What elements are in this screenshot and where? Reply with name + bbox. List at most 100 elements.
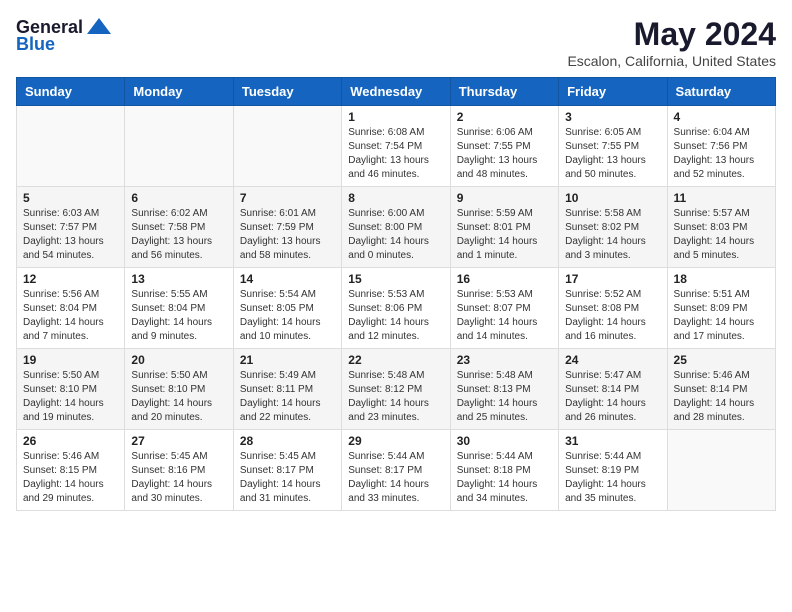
calendar-row-1: 1 Sunrise: 6:08 AM Sunset: 7:54 PM Daylig… — [17, 106, 776, 187]
calendar-cell: 8 Sunrise: 6:00 AM Sunset: 8:00 PM Daylig… — [342, 187, 450, 268]
calendar-cell: 4 Sunrise: 6:04 AM Sunset: 7:56 PM Daylig… — [667, 106, 775, 187]
day-info: Sunrise: 5:46 AM Sunset: 8:15 PM Dayligh… — [23, 450, 118, 506]
day-number: 7 — [240, 191, 335, 205]
day-number: 10 — [565, 191, 660, 205]
day-info: Sunrise: 5:52 AM Sunset: 8:08 PM Dayligh… — [565, 288, 660, 344]
day-info: Sunrise: 6:02 AM Sunset: 7:58 PM Dayligh… — [131, 207, 226, 263]
calendar-cell: 11 Sunrise: 5:57 AM Sunset: 8:03 PM Dayli… — [667, 187, 775, 268]
day-number: 30 — [457, 434, 552, 448]
day-number: 11 — [674, 191, 769, 205]
day-number: 18 — [674, 272, 769, 286]
day-number: 27 — [131, 434, 226, 448]
header-wednesday: Wednesday — [342, 78, 450, 106]
day-number: 6 — [131, 191, 226, 205]
calendar-cell: 3Sunrise: 6:05 AM Sunset: 7:55 PM Daylig… — [559, 106, 667, 187]
day-info: Sunrise: 5:53 AM Sunset: 8:07 PM Dayligh… — [457, 288, 552, 344]
calendar-cell — [667, 430, 775, 511]
calendar-cell: 5 Sunrise: 6:03 AM Sunset: 7:57 PM Daylig… — [17, 187, 125, 268]
day-number: 16 — [457, 272, 552, 286]
day-info: Sunrise: 5:57 AM Sunset: 8:03 PM Dayligh… — [674, 207, 769, 263]
header-friday: Friday — [559, 78, 667, 106]
day-info: Sunrise: 6:03 AM Sunset: 7:57 PM Dayligh… — [23, 207, 118, 263]
calendar-cell: 12 Sunrise: 5:56 AM Sunset: 8:04 PM Dayli… — [17, 268, 125, 349]
calendar-cell: 23 Sunrise: 5:48 AM Sunset: 8:13 PM Dayli… — [450, 349, 558, 430]
calendar-cell: 22 Sunrise: 5:48 AM Sunset: 8:12 PM Dayli… — [342, 349, 450, 430]
day-info: Sunrise: 5:56 AM Sunset: 8:04 PM Dayligh… — [23, 288, 118, 344]
logo: General Blue — [16, 16, 113, 55]
day-number: 31 — [565, 434, 660, 448]
calendar-cell: 31 Sunrise: 5:44 AM Sunset: 8:19 PM Dayli… — [559, 430, 667, 511]
header-thursday: Thursday — [450, 78, 558, 106]
calendar-cell: 19Sunrise: 5:50 AM Sunset: 8:10 PM Dayli… — [17, 349, 125, 430]
day-info: Sunrise: 6:01 AM Sunset: 7:59 PM Dayligh… — [240, 207, 335, 263]
day-number: 14 — [240, 272, 335, 286]
day-number: 5 — [23, 191, 118, 205]
calendar-cell: 28Sunrise: 5:45 AM Sunset: 8:17 PM Dayli… — [233, 430, 341, 511]
calendar-cell: 29 Sunrise: 5:44 AM Sunset: 8:17 PM Dayli… — [342, 430, 450, 511]
header-sunday: Sunday — [17, 78, 125, 106]
month-title: May 2024 — [567, 16, 776, 53]
day-number: 12 — [23, 272, 118, 286]
calendar-cell: 21Sunrise: 5:49 AM Sunset: 8:11 PM Dayli… — [233, 349, 341, 430]
day-info: Sunrise: 5:53 AM Sunset: 8:06 PM Dayligh… — [348, 288, 443, 344]
calendar-cell: 2Sunrise: 6:06 AM Sunset: 7:55 PM Daylig… — [450, 106, 558, 187]
calendar-cell: 9 Sunrise: 5:59 AM Sunset: 8:01 PM Daylig… — [450, 187, 558, 268]
day-info: Sunrise: 6:06 AM Sunset: 7:55 PM Dayligh… — [457, 126, 552, 182]
day-number: 3 — [565, 110, 660, 124]
calendar-cell: 25 Sunrise: 5:46 AM Sunset: 8:14 PM Dayli… — [667, 349, 775, 430]
day-number: 20 — [131, 353, 226, 367]
day-info: Sunrise: 5:45 AM Sunset: 8:16 PM Dayligh… — [131, 450, 226, 506]
calendar-cell — [125, 106, 233, 187]
header-monday: Monday — [125, 78, 233, 106]
day-info: Sunrise: 5:44 AM Sunset: 8:18 PM Dayligh… — [457, 450, 552, 506]
header-saturday: Saturday — [667, 78, 775, 106]
day-number: 8 — [348, 191, 443, 205]
day-number: 29 — [348, 434, 443, 448]
header-tuesday: Tuesday — [233, 78, 341, 106]
day-info: Sunrise: 5:46 AM Sunset: 8:14 PM Dayligh… — [674, 369, 769, 425]
day-number: 1 — [348, 110, 443, 124]
location-subtitle: Escalon, California, United States — [567, 53, 776, 69]
calendar-row-4: 19Sunrise: 5:50 AM Sunset: 8:10 PM Dayli… — [17, 349, 776, 430]
day-info: Sunrise: 5:44 AM Sunset: 8:17 PM Dayligh… — [348, 450, 443, 506]
calendar-row-5: 26 Sunrise: 5:46 AM Sunset: 8:15 PM Dayli… — [17, 430, 776, 511]
day-info: Sunrise: 5:55 AM Sunset: 8:04 PM Dayligh… — [131, 288, 226, 344]
day-number: 17 — [565, 272, 660, 286]
day-number: 22 — [348, 353, 443, 367]
calendar-row-2: 5 Sunrise: 6:03 AM Sunset: 7:57 PM Daylig… — [17, 187, 776, 268]
day-info: Sunrise: 5:48 AM Sunset: 8:13 PM Dayligh… — [457, 369, 552, 425]
calendar-cell — [233, 106, 341, 187]
day-number: 15 — [348, 272, 443, 286]
calendar-cell: 14Sunrise: 5:54 AM Sunset: 8:05 PM Dayli… — [233, 268, 341, 349]
day-info: Sunrise: 6:00 AM Sunset: 8:00 PM Dayligh… — [348, 207, 443, 263]
logo-text-blue: Blue — [16, 34, 55, 55]
day-info: Sunrise: 5:50 AM Sunset: 8:10 PM Dayligh… — [23, 369, 118, 425]
day-info: Sunrise: 5:51 AM Sunset: 8:09 PM Dayligh… — [674, 288, 769, 344]
day-number: 4 — [674, 110, 769, 124]
calendar-cell: 1 Sunrise: 6:08 AM Sunset: 7:54 PM Daylig… — [342, 106, 450, 187]
day-number: 25 — [674, 353, 769, 367]
calendar-cell: 10Sunrise: 5:58 AM Sunset: 8:02 PM Dayli… — [559, 187, 667, 268]
calendar-cell: 18 Sunrise: 5:51 AM Sunset: 8:09 PM Dayli… — [667, 268, 775, 349]
day-info: Sunrise: 5:45 AM Sunset: 8:17 PM Dayligh… — [240, 450, 335, 506]
day-number: 9 — [457, 191, 552, 205]
day-info: Sunrise: 5:44 AM Sunset: 8:19 PM Dayligh… — [565, 450, 660, 506]
calendar-cell: 20 Sunrise: 5:50 AM Sunset: 8:10 PM Dayli… — [125, 349, 233, 430]
day-info: Sunrise: 5:48 AM Sunset: 8:12 PM Dayligh… — [348, 369, 443, 425]
day-info: Sunrise: 5:50 AM Sunset: 8:10 PM Dayligh… — [131, 369, 226, 425]
calendar-row-3: 12 Sunrise: 5:56 AM Sunset: 8:04 PM Dayli… — [17, 268, 776, 349]
day-number: 21 — [240, 353, 335, 367]
day-info: Sunrise: 6:04 AM Sunset: 7:56 PM Dayligh… — [674, 126, 769, 182]
day-number: 13 — [131, 272, 226, 286]
calendar-cell: 13 Sunrise: 5:55 AM Sunset: 8:04 PM Dayli… — [125, 268, 233, 349]
calendar-cell: 17 Sunrise: 5:52 AM Sunset: 8:08 PM Dayli… — [559, 268, 667, 349]
day-number: 23 — [457, 353, 552, 367]
day-info: Sunrise: 6:08 AM Sunset: 7:54 PM Dayligh… — [348, 126, 443, 182]
calendar-cell: 24Sunrise: 5:47 AM Sunset: 8:14 PM Dayli… — [559, 349, 667, 430]
calendar-cell: 6 Sunrise: 6:02 AM Sunset: 7:58 PM Daylig… — [125, 187, 233, 268]
day-info: Sunrise: 5:59 AM Sunset: 8:01 PM Dayligh… — [457, 207, 552, 263]
day-number: 26 — [23, 434, 118, 448]
calendar-cell: 7 Sunrise: 6:01 AM Sunset: 7:59 PM Daylig… — [233, 187, 341, 268]
calendar-table: Sunday Monday Tuesday Wednesday Thursday… — [16, 77, 776, 511]
calendar-header-row: Sunday Monday Tuesday Wednesday Thursday… — [17, 78, 776, 106]
